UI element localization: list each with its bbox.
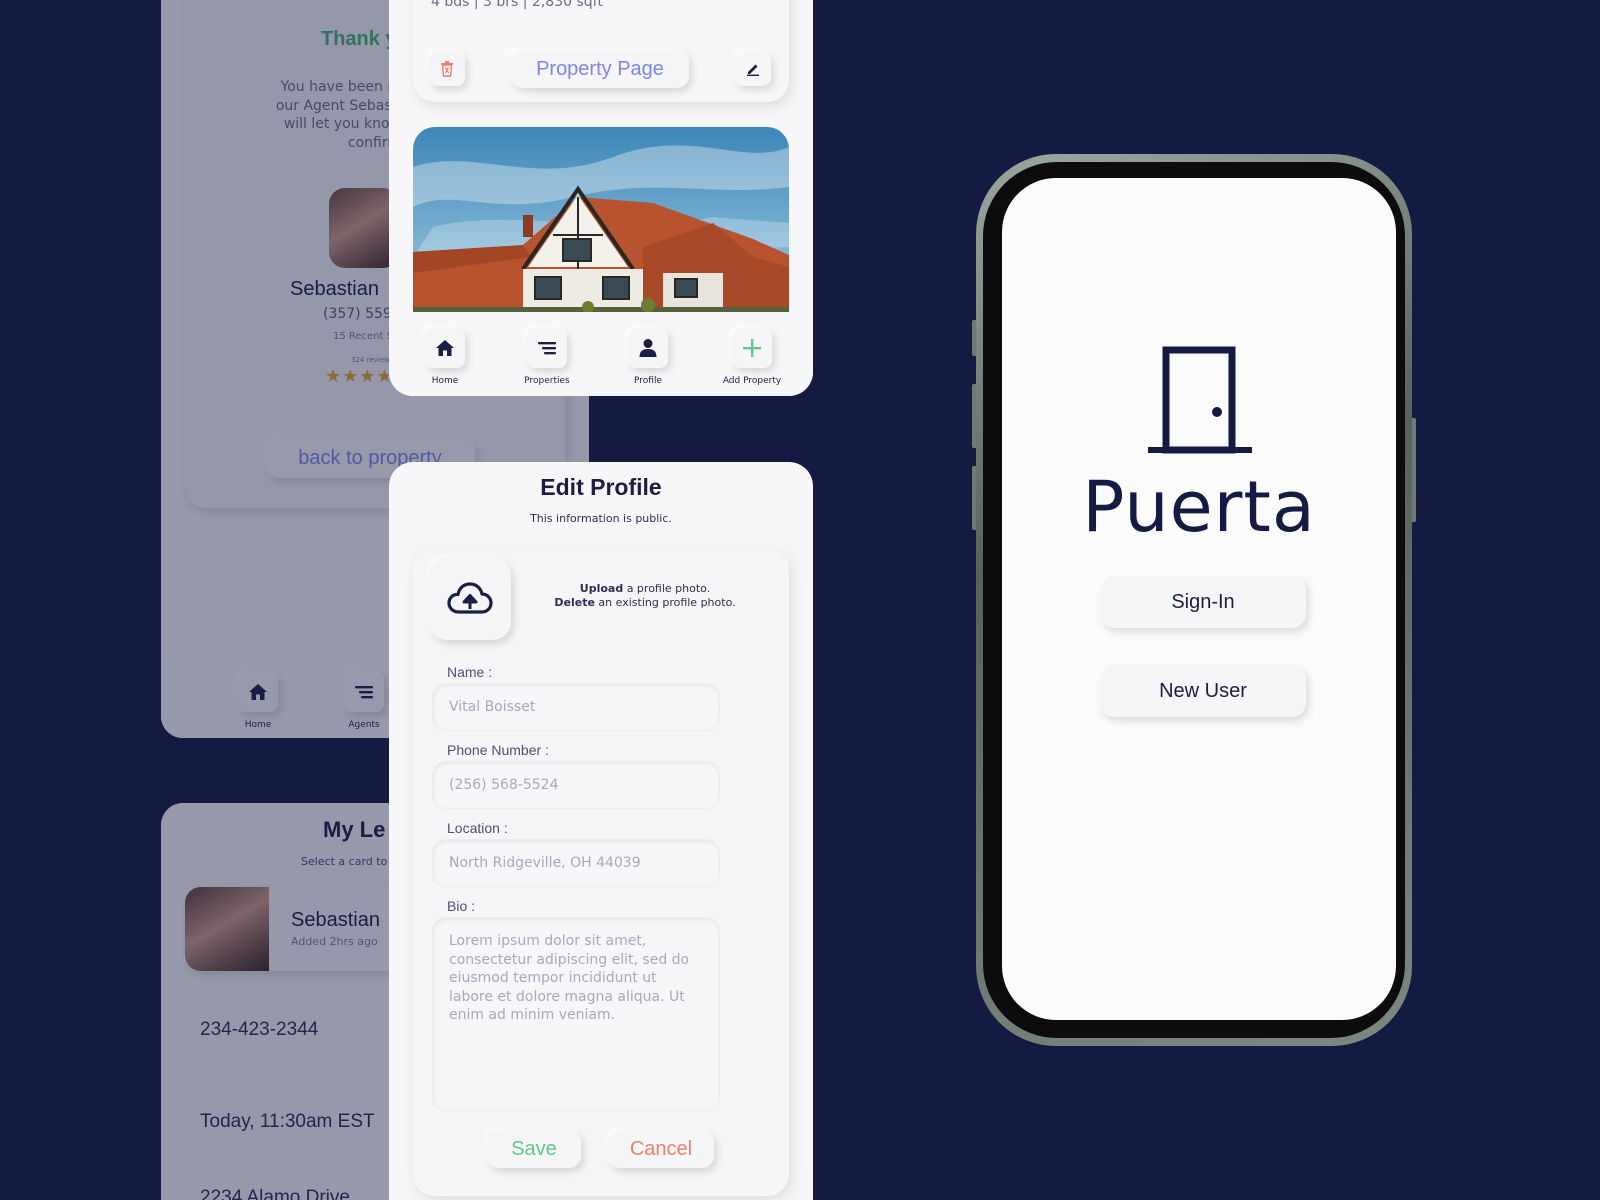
- new-user-button[interactable]: New User: [1100, 665, 1306, 717]
- house-illustration: [413, 127, 789, 313]
- name-field[interactable]: Vital Boisset: [432, 683, 720, 731]
- new-user-label: New User: [1159, 679, 1247, 702]
- edit-property-button[interactable]: [735, 52, 771, 86]
- cloud-upload-icon: [447, 582, 493, 614]
- lead-name: Sebastian: [291, 909, 380, 931]
- message-line: our Agent Sebasti: [275, 97, 401, 114]
- bio-label: Bio :: [447, 898, 476, 914]
- nav-home[interactable]: Home: [400, 328, 490, 386]
- property-page-label: Property Page: [536, 57, 664, 80]
- review-count: 324 review: [351, 356, 390, 364]
- delete-line: Delete an existing profile photo.: [525, 596, 765, 610]
- home-button[interactable]: [425, 328, 465, 368]
- list-icon: [355, 686, 373, 699]
- thank-you-heading: Thank y: [321, 28, 397, 50]
- sign-in-button[interactable]: Sign-In: [1100, 576, 1306, 628]
- edit-profile-subtitle: This information is public.: [530, 512, 672, 525]
- star-icon: ★: [325, 366, 343, 387]
- location-label: Location :: [447, 820, 508, 836]
- phone-label: Phone Number :: [447, 742, 549, 758]
- pencil-icon: [747, 64, 759, 76]
- message-line: You have been m: [280, 79, 401, 95]
- list-icon: [538, 342, 556, 355]
- property-bottom-nav: Home Properties Profile Add Property: [389, 312, 813, 396]
- agent-name: Sebastian: [290, 278, 379, 300]
- upload-instructions: Upload a profile photo. Delete an existi…: [525, 582, 765, 609]
- nav-home-label: Home: [244, 720, 272, 730]
- nav-home[interactable]: Home: [213, 672, 303, 730]
- lead-photo: [185, 887, 269, 971]
- message-line: will let you know: [283, 116, 401, 132]
- cancel-label: Cancel: [629, 1137, 693, 1160]
- upload-rest: a profile photo.: [623, 582, 711, 595]
- leads-subtitle: Select a card to v: [301, 855, 398, 868]
- delete-property-button[interactable]: [429, 52, 465, 86]
- nav-add-property[interactable]: Add Property: [707, 328, 797, 386]
- agent-phone: (357) 559-: [323, 306, 397, 322]
- delete-rest: an existing profile photo.: [594, 595, 736, 609]
- brand-name: Puerta: [1082, 466, 1316, 548]
- edit-profile-title: Edit Profile: [540, 474, 662, 500]
- recent-sales: 15 Recent S: [333, 331, 393, 342]
- message-line: confirm: [347, 134, 401, 151]
- properties-button[interactable]: [527, 328, 567, 368]
- lead-phone: 234-423-2344: [200, 1019, 319, 1040]
- confirmation-message: You have been m our Agent Sebasti will l…: [241, 78, 401, 152]
- nav-profile-label: Profile: [634, 376, 662, 386]
- door-icon: [1148, 346, 1252, 454]
- leads-title: My Le: [323, 817, 386, 842]
- name-label: Name :: [447, 664, 493, 680]
- profile-button[interactable]: [628, 328, 668, 368]
- nav-properties-label: Properties: [524, 376, 570, 386]
- trash-icon: [441, 61, 453, 77]
- add-property-button[interactable]: [732, 328, 772, 368]
- upload-bold: Upload: [579, 582, 624, 595]
- upload-photo-button[interactable]: [429, 558, 511, 640]
- phone-screen: Puerta Sign-In New User: [1002, 178, 1396, 1020]
- nav-home-label: Home: [431, 376, 459, 386]
- lead-address: 2234 Alamo Drive: [200, 1187, 350, 1200]
- lead-time: Today, 11:30am EST: [200, 1111, 375, 1132]
- cancel-button[interactable]: Cancel: [608, 1130, 714, 1168]
- home-icon: [436, 340, 454, 356]
- property-card: 4 bds | 3 brs | 2,830 sqft Property Page: [389, 0, 813, 396]
- property-page-button[interactable]: Property Page: [511, 50, 689, 88]
- star-icon: ★: [359, 366, 377, 387]
- bio-field[interactable]: Lorem ipsum dolor sit amet, consectetur …: [432, 917, 720, 1111]
- rating-stars: ★★★★: [325, 366, 394, 387]
- sign-in-label: Sign-In: [1171, 590, 1235, 613]
- property-specs: 4 bds | 3 brs | 2,830 sqft: [431, 0, 603, 10]
- home-button[interactable]: [238, 672, 278, 712]
- save-button[interactable]: Save: [487, 1130, 581, 1168]
- person-icon: [639, 339, 657, 357]
- save-label: Save: [511, 1137, 557, 1160]
- star-icon: ★: [342, 366, 360, 387]
- phone-field[interactable]: (256) 568-5524: [432, 761, 720, 809]
- property-photo: [413, 127, 789, 313]
- upload-line: Upload a profile photo.: [525, 582, 765, 596]
- listing-panel: 4 bds | 3 brs | 2,830 sqft Property Page: [413, 0, 789, 102]
- lead-added: Added 2hrs ago: [291, 935, 378, 948]
- nav-add-property-label: Add Property: [722, 376, 782, 386]
- home-icon: [249, 684, 267, 700]
- plus-icon: [743, 339, 761, 357]
- delete-bold: Delete: [554, 595, 595, 609]
- nav-profile[interactable]: Profile: [603, 328, 693, 386]
- nav-properties[interactable]: Properties: [502, 328, 592, 386]
- location-field[interactable]: North Ridgeville, OH 44039: [432, 839, 720, 887]
- agents-button[interactable]: [344, 672, 384, 712]
